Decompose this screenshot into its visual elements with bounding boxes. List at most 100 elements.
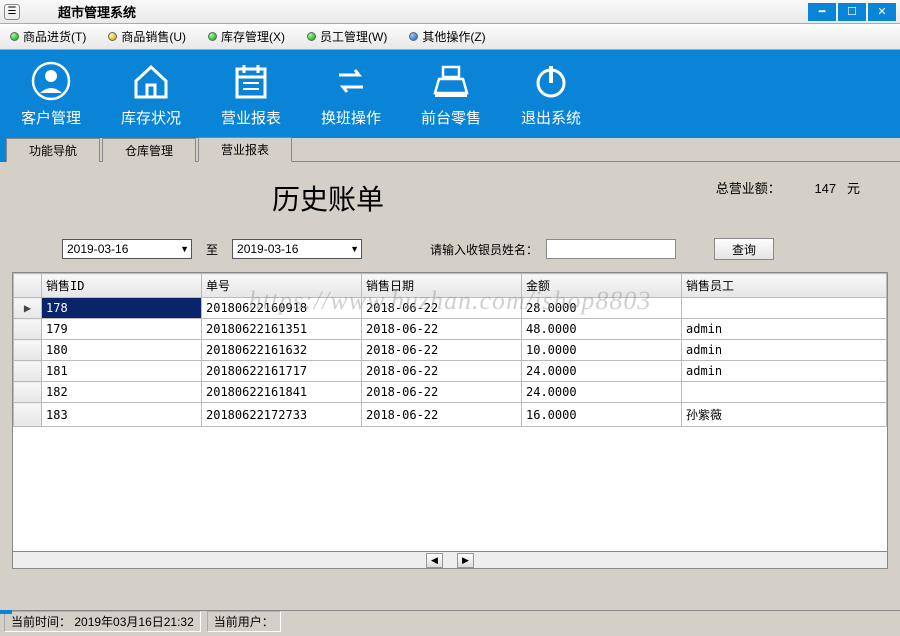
cell-id[interactable]: 183 [42,403,202,427]
exit-button[interactable]: 退出系统 [506,54,596,134]
status-user: 当前用户： [207,611,281,632]
data-table-wrap[interactable]: 销售ID 单号 销售日期 金额 销售员工 ▶178201806221609182… [12,272,888,552]
table-row[interactable]: ▶178201806221609182018-06-2228.0000 [14,298,887,319]
filter-row: 2019-03-16 ▼ 至 2019-03-16 ▼ 请输入收银员姓名： 查询 [62,238,888,260]
date-from-select[interactable]: 2019-03-16 ▼ [62,239,192,259]
cell-num[interactable]: 20180622161632 [202,340,362,361]
cell-date[interactable]: 2018-06-22 [362,340,522,361]
cell-num[interactable]: 20180622160918 [202,298,362,319]
cell-date[interactable]: 2018-06-22 [362,403,522,427]
col-employee[interactable]: 销售员工 [682,274,887,298]
toolbar-label: 客户管理 [21,107,81,128]
cell-amount[interactable]: 16.0000 [522,403,682,427]
cell-employee[interactable] [682,382,887,403]
total-value: 147 [814,181,836,196]
to-label: 至 [206,241,218,258]
cashier-input[interactable] [546,239,676,259]
table-row[interactable]: 179201806221613512018-06-2248.0000admin [14,319,887,340]
menu-label: 其他操作(Z) [422,28,485,45]
row-marker [14,403,42,427]
col-date[interactable]: 销售日期 [362,274,522,298]
cell-date[interactable]: 2018-06-22 [362,298,522,319]
menu-label: 员工管理(W) [320,28,387,45]
cell-id[interactable]: 178 [42,298,202,319]
col-id[interactable]: 销售ID [42,274,202,298]
tab-nav[interactable]: 功能导航 [6,138,100,162]
col-num[interactable]: 单号 [202,274,362,298]
menu-other[interactable]: 其他操作(Z) [405,26,489,47]
date-to-select[interactable]: 2019-03-16 ▼ [232,239,362,259]
cell-employee[interactable]: admin [682,361,887,382]
cell-id[interactable]: 180 [42,340,202,361]
scroll-right-icon[interactable]: ▶ [457,553,474,568]
row-marker: ▶ [14,298,42,319]
cell-employee[interactable] [682,298,887,319]
toolbar-label: 库存状况 [121,107,181,128]
menu-sales[interactable]: 商品销售(U) [104,26,190,47]
status-time-label: 当前时间： [11,615,71,629]
cell-date[interactable]: 2018-06-22 [362,319,522,340]
table-row[interactable]: 182201806221618412018-06-2224.0000 [14,382,887,403]
cell-num[interactable]: 20180622161717 [202,361,362,382]
cell-id[interactable]: 182 [42,382,202,403]
dot-icon [108,32,117,41]
tab-report[interactable]: 营业报表 [198,137,292,162]
table-row[interactable]: 183201806221727332018-06-2216.0000孙紫薇 [14,403,887,427]
minimize-button[interactable]: ━ [808,3,836,21]
table-row[interactable]: 180201806221616322018-06-2210.0000admin [14,340,887,361]
cell-id[interactable]: 181 [42,361,202,382]
user-icon [31,61,71,101]
cell-num[interactable]: 20180622172733 [202,403,362,427]
date-from-value: 2019-03-16 [67,242,128,256]
search-button[interactable]: 查询 [714,238,774,260]
menu-inventory[interactable]: 库存管理(X) [204,26,289,47]
customer-button[interactable]: 客户管理 [6,54,96,134]
close-button[interactable]: ✕ [868,3,896,21]
page-title: 历史账单 [272,178,384,218]
report-button[interactable]: 营业报表 [206,54,296,134]
cell-amount[interactable]: 48.0000 [522,319,682,340]
dot-icon [10,32,19,41]
cell-id[interactable]: 179 [42,319,202,340]
toolbar-label: 前台零售 [421,107,481,128]
table-row[interactable]: 181201806221617172018-06-2224.0000admin [14,361,887,382]
toolbar-label: 退出系统 [521,107,581,128]
col-amount[interactable]: 金额 [522,274,682,298]
cell-amount[interactable]: 28.0000 [522,298,682,319]
status-time: 当前时间： 2019年03月16日21:32 [4,611,201,632]
scroll-left-icon[interactable]: ◀ [426,553,443,568]
row-header-spacer [14,274,42,298]
shift-button[interactable]: 换班操作 [306,54,396,134]
cell-employee[interactable]: admin [682,319,887,340]
cell-date[interactable]: 2018-06-22 [362,382,522,403]
menu-purchase[interactable]: 商品进货(T) [6,26,90,47]
data-table: 销售ID 单号 销售日期 金额 销售员工 ▶178201806221609182… [13,273,887,427]
tab-warehouse[interactable]: 仓库管理 [102,138,196,162]
big-toolbar: 客户管理 库存状况 营业报表 换班操作 前台零售 退出系统 [0,50,900,138]
menu-label: 库存管理(X) [221,28,285,45]
cell-employee[interactable]: admin [682,340,887,361]
status-user-label: 当前用户： [214,615,274,629]
window-title: 超市管理系统 [58,2,136,21]
cell-amount[interactable]: 24.0000 [522,382,682,403]
calendar-icon [231,61,271,101]
cell-amount[interactable]: 10.0000 [522,340,682,361]
titlebar: ☰ 超市管理系统 ━ ☐ ✕ [0,0,900,24]
cell-date[interactable]: 2018-06-22 [362,361,522,382]
app-icon: ☰ [4,4,20,20]
menu-staff[interactable]: 员工管理(W) [303,26,391,47]
cell-num[interactable]: 20180622161351 [202,319,362,340]
cell-employee[interactable]: 孙紫薇 [682,403,887,427]
cell-amount[interactable]: 24.0000 [522,361,682,382]
date-to-value: 2019-03-16 [237,242,298,256]
maximize-button[interactable]: ☐ [838,3,866,21]
pos-button[interactable]: 前台零售 [406,54,496,134]
cell-num[interactable]: 20180622161841 [202,382,362,403]
content-area: https://www.huzhan.com/ishop8803 历史账单 总营… [0,162,900,610]
menu-label: 商品进货(T) [23,28,86,45]
row-marker [14,361,42,382]
row-marker [14,319,42,340]
power-icon [531,61,571,101]
inventory-button[interactable]: 库存状况 [106,54,196,134]
horizontal-scrollbar[interactable]: ◀ ▶ [12,552,888,569]
